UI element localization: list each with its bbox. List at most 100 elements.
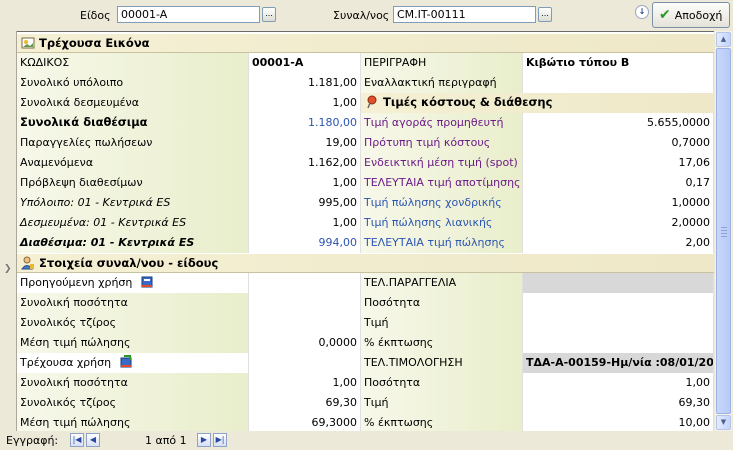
last-order-value[interactable]	[523, 273, 714, 293]
cur-turnover-value[interactable]: 69,30	[249, 393, 361, 413]
cur-turnover-label: Συνολικός τζίρος	[17, 393, 249, 413]
expected-value[interactable]: 1.162,00	[249, 153, 361, 173]
section-current-view: Τρέχουσα Εικόνα	[17, 34, 714, 53]
prev-record-button[interactable]: ◀	[86, 433, 100, 447]
table-row: Διαθέσιμα: 01 - Κεντρικά ES 994,00 ΤΕΛΕΥ…	[17, 233, 714, 253]
book-icon	[141, 276, 153, 288]
partner-ellipsis-button[interactable]: ...	[538, 7, 552, 22]
table-row: Υπόλοιπο: 01 - Κεντρικά ES 995,00 Τιμή π…	[17, 193, 714, 213]
invoice-discount-label: % έκπτωσης	[361, 413, 523, 431]
supplier-price-value[interactable]: 5.655,0000	[523, 113, 714, 133]
sales-orders-value[interactable]: 19,00	[249, 133, 361, 153]
alt-description-label: Εναλλακτική περιγραφή	[361, 73, 523, 93]
standard-cost-value[interactable]: 0,7000	[523, 133, 714, 153]
table-row: Προηγούμενη χρήση ΤΕΛ.ΠΑΡΑΓΓΕΛΙΑ	[17, 273, 714, 293]
current-use-text: Τρέχουσα χρήση	[20, 356, 112, 369]
chevron-double-down-icon[interactable]: ↓	[635, 5, 649, 19]
code-label: ΚΩΔΙΚΟΣ	[17, 53, 249, 73]
section-title: Τρέχουσα Εικόνα	[39, 36, 150, 50]
spot-price-value[interactable]: 17,06	[523, 153, 714, 173]
supplier-price-label: Τιμή αγοράς προμηθευτή	[361, 113, 523, 133]
total-available-value[interactable]: 1.180,00	[249, 113, 361, 133]
picture-icon	[21, 37, 35, 49]
cur-avg-price-label: Μέση τιμή πώλησης	[17, 413, 249, 431]
alt-description-value[interactable]	[523, 73, 714, 93]
total-reserved-label: Συνολικά δεσμευμένα	[17, 93, 249, 113]
warehouse-balance-value[interactable]: 995,00	[249, 193, 361, 213]
pin-icon	[367, 95, 377, 109]
prev-turnover-value[interactable]	[249, 313, 361, 333]
table-row: Συνολική ποσότητα Ποσότητα	[17, 293, 714, 313]
sales-orders-label: Παραγγελίες πωλήσεων	[17, 133, 249, 153]
invoice-discount-value[interactable]: 10,00	[523, 413, 714, 431]
order-qty-value[interactable]	[523, 293, 714, 313]
last-valuation-label: ΤΕΛΕΥΤΑΙΑ τιμή αποτίμησης	[361, 173, 523, 193]
wholesale-price-value[interactable]: 1,0000	[523, 193, 714, 213]
warehouse-reserved-value[interactable]: 1,00	[249, 213, 361, 233]
user-icon	[21, 256, 34, 270]
last-record-button[interactable]: ▶|	[213, 433, 227, 447]
last-invoice-value[interactable]: ΤΔΑ-Α-00159-Ημ/νία :08/01/2008	[523, 353, 714, 373]
row-pointer-icon: ❯	[4, 264, 12, 274]
table-row: Δεσμευμένα: 01 - Κεντρικά ES 1,00 Τιμή π…	[17, 213, 714, 233]
total-balance-value[interactable]: 1.181,00	[249, 73, 361, 93]
item-label: Είδος	[80, 9, 111, 22]
details-panel: Τρέχουσα Εικόνα ΚΩΔΙΚΟΣ 00001-A ΠΕΡΙΓΡΑΦ…	[17, 31, 714, 431]
table-row: Παραγγελίες πωλήσεων 19,00 Πρότυπη τιμή …	[17, 133, 714, 153]
total-balance-label: Συνολικό υπόλοιπο	[17, 73, 249, 93]
warehouse-available-value[interactable]: 994,00	[249, 233, 361, 253]
table-row: Μέση τιμή πώλησης 69,3000 % έκπτωσης 10,…	[17, 413, 714, 431]
vertical-scrollbar[interactable]: ▲ ▼	[715, 31, 732, 431]
record-total: 1	[179, 434, 187, 447]
invoice-price-value[interactable]: 69,30	[523, 393, 714, 413]
partner-code-input[interactable]	[393, 6, 536, 23]
order-price-value[interactable]	[523, 313, 714, 333]
check-icon: ✔	[659, 7, 671, 23]
table-row: Τρέχουσα χρήση ΤΕΛ.ΤΙΜΟΛΟΓΗΣΗ ΤΔΑ-Α-0015…	[17, 353, 714, 373]
cur-total-qty-label: Συνολική ποσότητα	[17, 373, 249, 393]
first-record-button[interactable]: |◀	[70, 433, 84, 447]
order-qty-label: Ποσότητα	[361, 293, 523, 313]
last-valuation-value[interactable]: 0,17	[523, 173, 714, 193]
last-order-label: ΤΕΛ.ΠΑΡΑΓΓΕΛΙΑ	[361, 273, 523, 293]
item-ellipsis-button[interactable]: ...	[262, 7, 276, 22]
prev-avg-price-label: Μέση τιμή πώλησης	[17, 333, 249, 353]
prev-total-qty-label: Συνολική ποσότητα	[17, 293, 249, 313]
cur-total-qty-value[interactable]: 1,00	[249, 373, 361, 393]
warehouse-reserved-label: Δεσμευμένα: 01 - Κεντρικά ES	[17, 213, 249, 233]
accept-label: Αποδοχή	[674, 8, 723, 22]
last-sale-price-value[interactable]: 2,00	[523, 233, 714, 253]
table-row: Συνολικό υπόλοιπο 1.181,00 Εναλλακτική π…	[17, 73, 714, 93]
current-use-value	[249, 353, 361, 373]
standard-cost-label: Πρότυπη τιμή κόστους	[361, 133, 523, 153]
scroll-thumb[interactable]	[716, 48, 731, 414]
item-code-input[interactable]	[117, 6, 260, 23]
row-selector-gutter: ❯	[0, 31, 17, 431]
section-partner-item: Στοιχεία συναλ/νου - είδους	[17, 254, 714, 273]
expected-label: Αναμενόμενα	[17, 153, 249, 173]
prev-total-qty-value[interactable]	[249, 293, 361, 313]
record-label: Εγγραφή:	[6, 434, 59, 447]
order-discount-label: % έκπτωσης	[361, 333, 523, 353]
retail-price-value[interactable]: 2,0000	[523, 213, 714, 233]
cur-avg-price-value[interactable]: 69,3000	[249, 413, 361, 431]
record-of: από	[155, 434, 177, 447]
last-invoice-label: ΤΕΛ.ΤΙΜΟΛΟΓΗΣΗ	[361, 353, 523, 373]
code-value[interactable]: 00001-A	[249, 53, 361, 73]
table-row: Συνολικά δεσμευμένα 1,00 Τιμές κόστους &…	[17, 93, 714, 113]
forecast-value[interactable]: 1,00	[249, 173, 361, 193]
last-sale-price-label: ΤΕΛΕΥΤΑΙΑ τιμή πώλησης	[361, 233, 523, 253]
prev-avg-price-value[interactable]: 0,0000	[249, 333, 361, 353]
order-discount-value[interactable]	[523, 333, 714, 353]
table-row: Μέση τιμή πώλησης 0,0000 % έκπτωσης	[17, 333, 714, 353]
forecast-label: Πρόβλεψη διαθεσίμων	[17, 173, 249, 193]
book-arrow-icon	[120, 355, 132, 368]
scroll-up-icon[interactable]: ▲	[716, 32, 731, 47]
total-reserved-value[interactable]: 1,00	[249, 93, 361, 113]
scroll-down-icon[interactable]: ▼	[716, 415, 731, 430]
accept-button[interactable]: ✔ Αποδοχή	[652, 2, 730, 28]
description-value[interactable]: Κιβώτιο τύπου Β	[523, 53, 714, 73]
invoice-qty-value[interactable]: 1,00	[523, 373, 714, 393]
next-record-button[interactable]: ▶	[197, 433, 211, 447]
table-row: Αναμενόμενα 1.162,00 Ενδεικτική μέση τιμ…	[17, 153, 714, 173]
